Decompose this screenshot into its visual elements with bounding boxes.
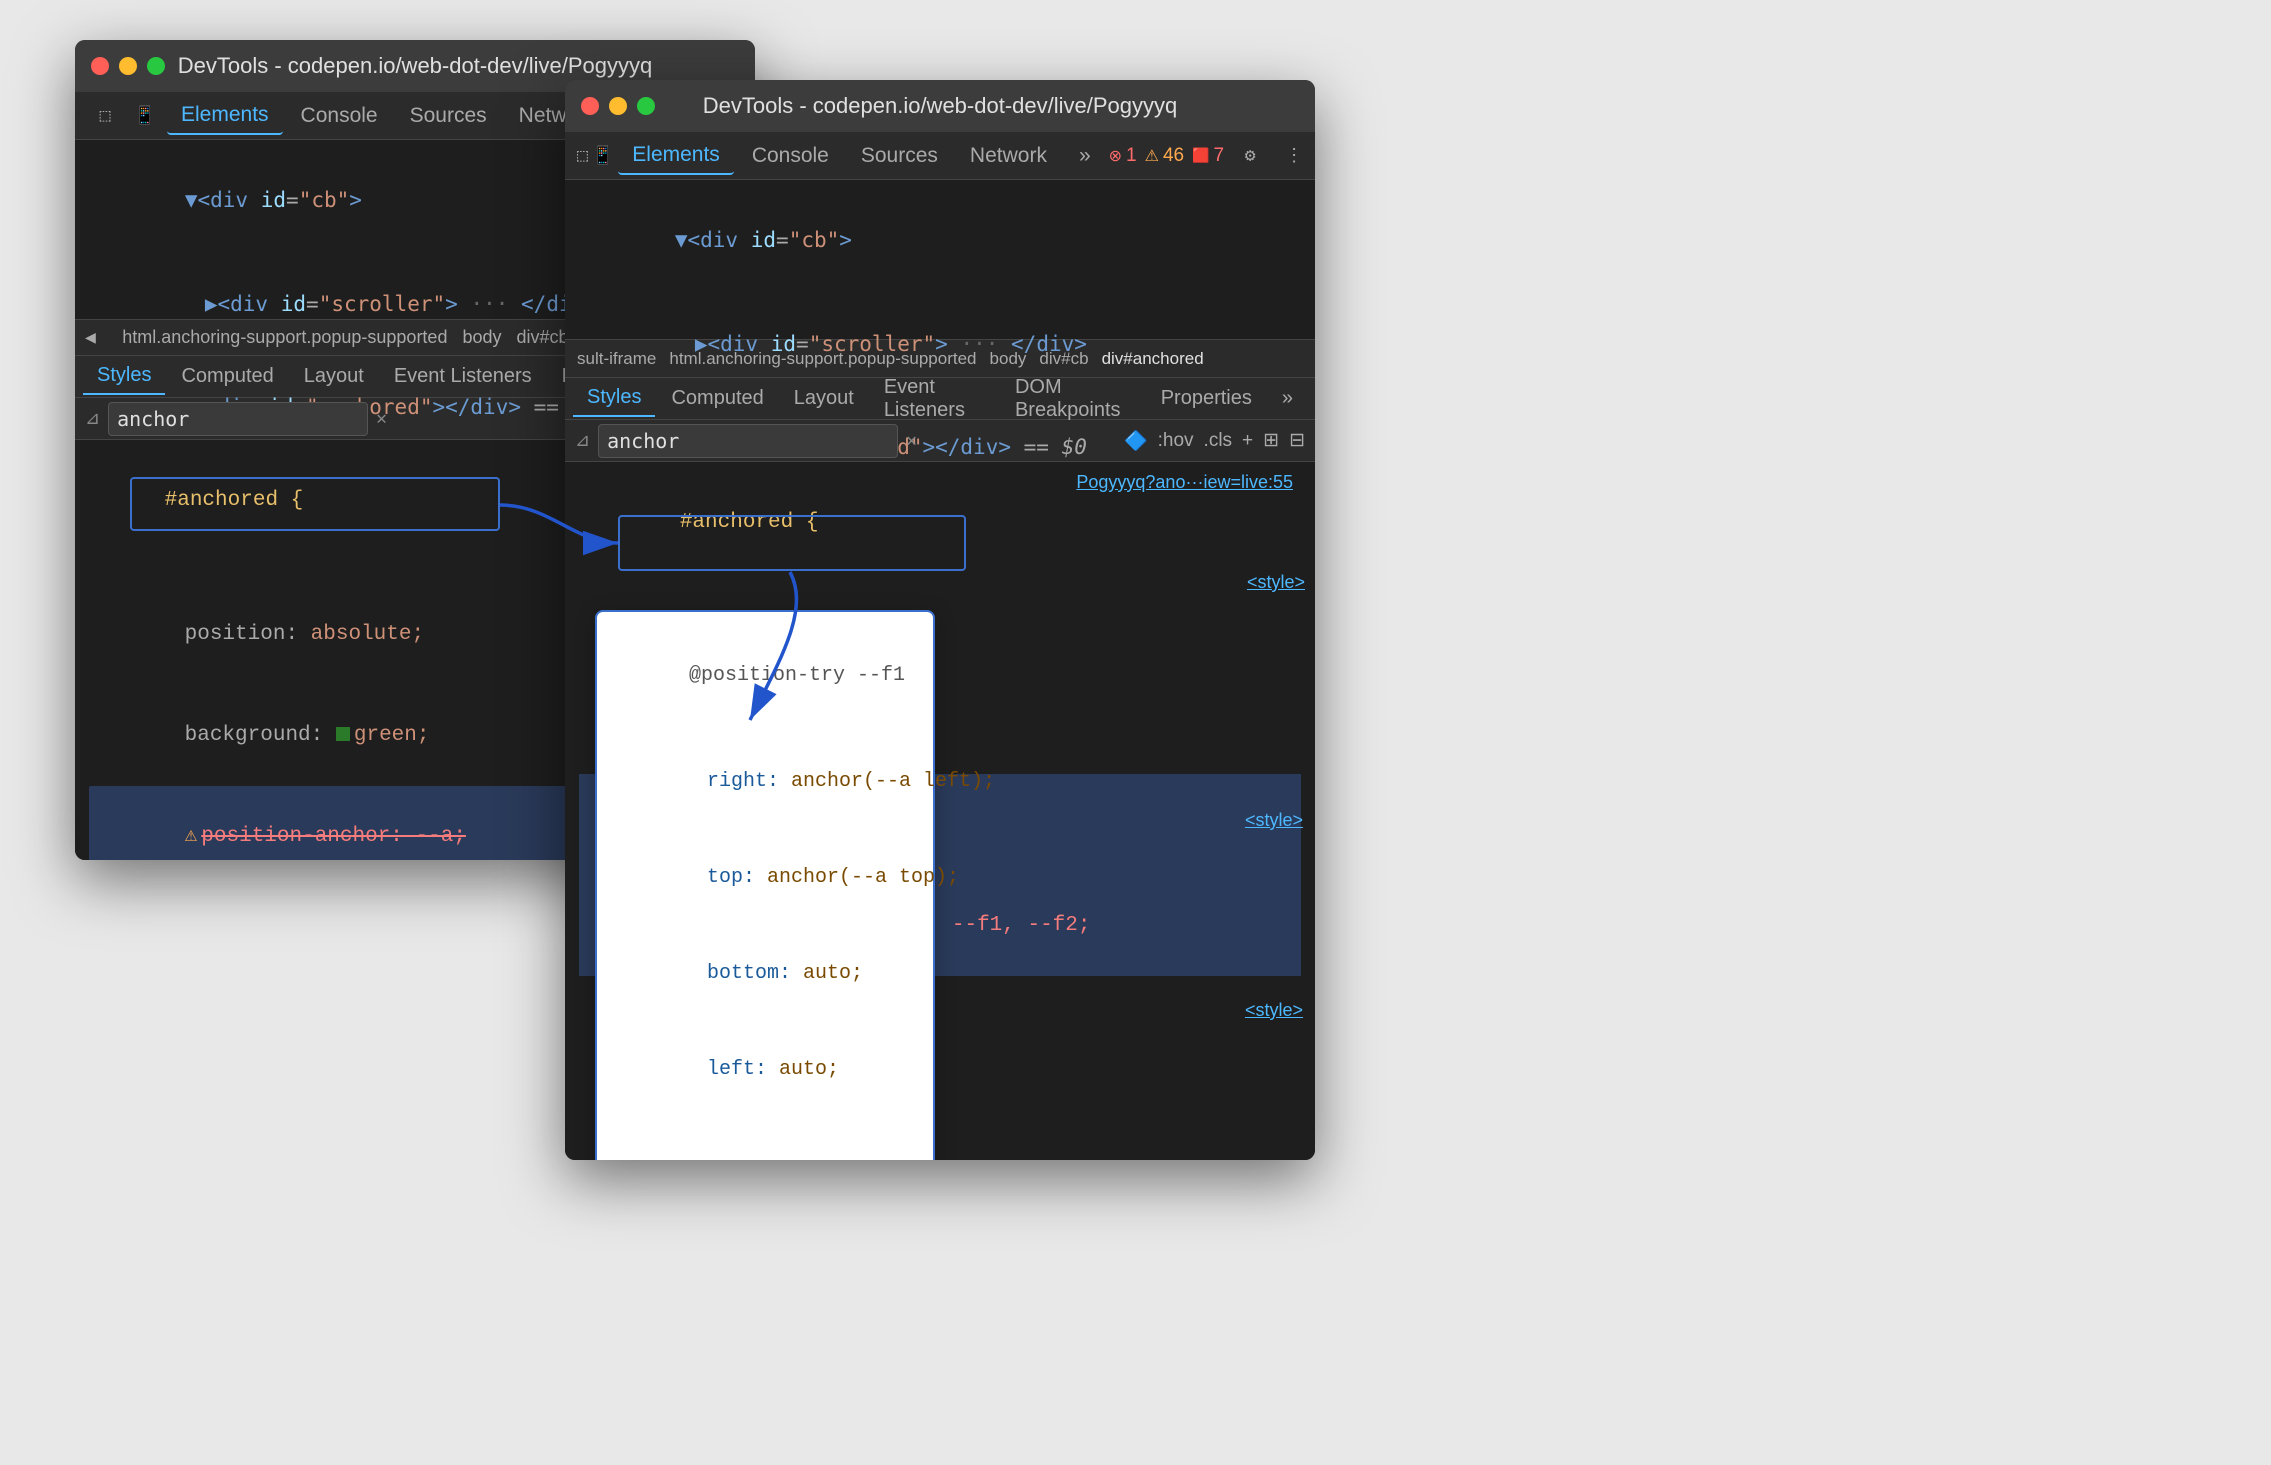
more-icon-right[interactable]: ⋮ [1276,138,1312,174]
warning-icon-1-left: ⚠ [185,825,198,848]
f1-selector: @position-try --f1 [617,628,913,724]
close-button-right[interactable] [581,97,599,115]
back-arrow[interactable]: ◀ [85,327,96,349]
tab-layout-left[interactable]: Layout [290,359,378,394]
inspect-icon[interactable]: ⬚ [87,98,123,134]
bc-html: html.anchoring-support.popup-supported [669,349,976,369]
info-badge: 🟥 7 [1192,145,1224,167]
style-label-3[interactable]: <style> [1245,1000,1303,1021]
filter-clear-left[interactable]: ✕ [376,408,387,430]
tab-elements-left[interactable]: Elements [167,97,283,135]
toolbar-badges: ⊗ 1 ⚠ 46 🟥 7 ⚙ ⋮ [1109,138,1312,174]
color-swatch-left [336,727,350,741]
device-icon[interactable]: 📱 [127,98,163,134]
tab-styles-right[interactable]: Styles [573,380,655,417]
filter-clear-right[interactable]: ✕ [906,430,917,452]
traffic-lights-right [581,97,655,115]
tab-event-listeners-left[interactable]: Event Listeners [380,359,546,394]
tab-sources-right[interactable]: Sources [847,138,952,174]
bc-divanchored: div#anchored [1102,349,1204,369]
add-btn-right[interactable]: + [1242,430,1253,452]
breadcrumb-left: html.anchoring-support.popup-supported b… [122,327,578,348]
maximize-button-right[interactable] [637,97,655,115]
tab-computed-left[interactable]: Computed [167,359,287,394]
window-title-right: DevTools - codepen.io/web-dot-dev/live/P… [703,93,1177,119]
toolbar-right: ⬚ 📱 Elements Console Sources Network » ⊗… [565,132,1315,180]
minimize-button-right[interactable] [609,97,627,115]
f1-right: right: anchor(--a left); [617,734,913,830]
html-tree-right: ▼<div id="cb"> ▶<div id="scroller"> ··· … [565,180,1315,340]
title-bar-right: DevTools - codepen.io/web-dot-dev/live/P… [565,80,1315,132]
f2-selector: @position-try --f2 [617,1134,913,1160]
tab-sources-left[interactable]: Sources [396,98,501,134]
position-try-popup: @position-try --f1 right: anchor(--a lef… [595,610,935,1160]
tab-styles-left[interactable]: Styles [83,358,165,395]
tab-computed-right[interactable]: Computed [657,381,777,416]
tab-layout-right[interactable]: Layout [780,381,868,416]
style-label-2[interactable]: <style> [1245,810,1303,831]
f1-top: top: anchor(--a top); [617,830,913,926]
error-badge: ⊗ 1 [1109,145,1137,167]
minimize-button[interactable] [119,57,137,75]
r-html-line-1: ▼<div id="cb"> [579,188,1301,292]
filter-input-left[interactable] [108,402,368,436]
bc-body: body [990,349,1027,369]
warning-badge: ⚠ 46 [1145,145,1184,167]
close-button[interactable] [91,57,109,75]
filter-icon-left: ⊿ [85,408,100,430]
tab-network-right[interactable]: Network [956,138,1061,174]
tab-event-right[interactable]: Event Listeners [870,370,999,428]
tab-props-right[interactable]: Properties [1147,381,1266,416]
device-icon-right[interactable]: 📱 [592,138,614,174]
toolbar-icon-2-right[interactable]: ⊟ [1289,429,1305,452]
inspect-icon-right[interactable]: ⬚ [577,138,588,174]
bc-divcb: div#cb [1039,349,1088,369]
tab-elements-right[interactable]: Elements [618,137,734,175]
settings-icon-right[interactable]: ⚙ [1232,138,1268,174]
window-title-left: DevTools - codepen.io/web-dot-dev/live/P… [178,53,652,79]
traffic-lights-left [91,57,165,75]
f1-left: left: auto; [617,1022,913,1118]
tab-more2-right[interactable]: » [1268,381,1307,416]
tab-console-right[interactable]: Console [738,138,843,174]
filter-icon-right: ⊿ [575,430,590,452]
tab-more-right[interactable]: » [1065,138,1105,174]
bc-sult-iframe: sult-iframe [577,349,656,369]
style-label-1[interactable]: <style> [1247,572,1305,593]
hov-icon-right: 🔷 [1124,429,1148,453]
filter-right-right: 🔷 :hov .cls + ⊞ ⊟ [1124,429,1305,453]
tab-console-left[interactable]: Console [287,98,392,134]
css-selector-right: #anchored { [579,472,818,573]
tab-dom-right[interactable]: DOM Breakpoints [1001,370,1145,428]
devtools-window-right: DevTools - codepen.io/web-dot-dev/live/P… [565,80,1315,1160]
maximize-button[interactable] [147,57,165,75]
hov-btn-right[interactable]: :hov [1158,430,1194,452]
tab-bar-right: Styles Computed Layout Event Listeners D… [565,378,1315,420]
toolbar-icon-1-right[interactable]: ⊞ [1263,429,1279,452]
cls-btn-right[interactable]: .cls [1204,430,1233,452]
css-header-right: #anchored { Pogyyyq?ano···iew=live:55 [579,472,1301,573]
filter-input-right[interactable] [598,424,898,458]
f1-bottom: bottom: auto; [617,926,913,1022]
source-link-right[interactable]: Pogyyyq?ano···iew=live:55 [1076,472,1301,573]
